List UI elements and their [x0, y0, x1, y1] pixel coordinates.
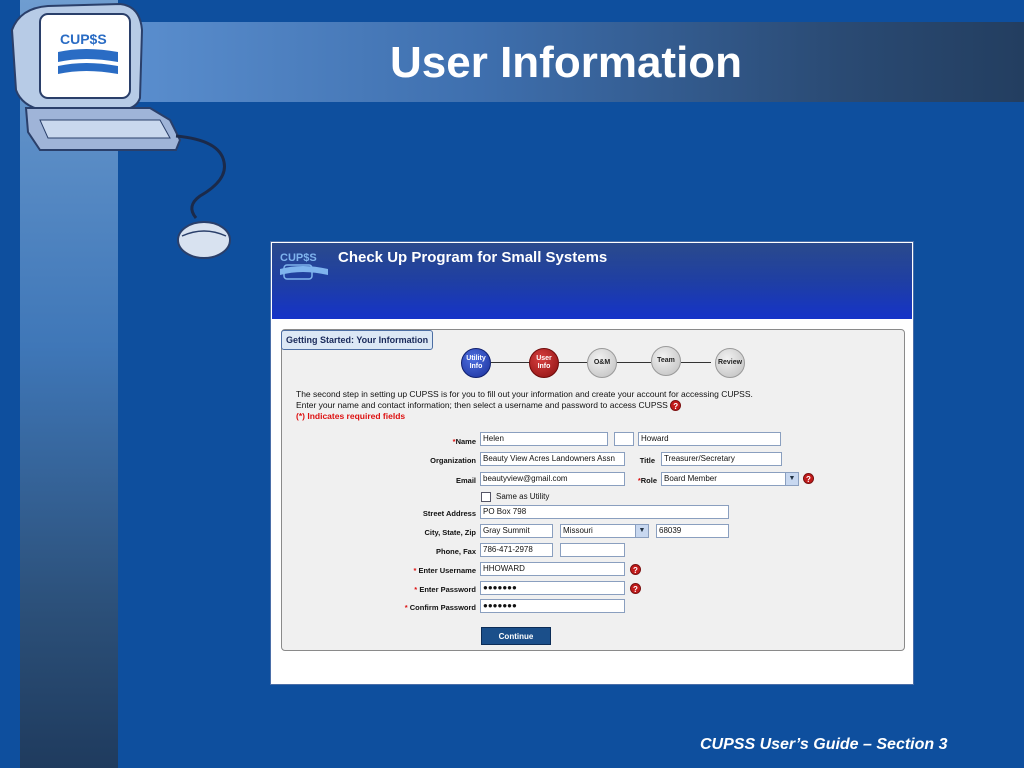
slide-footer: CUPSS User’s Guide – Section 3 — [700, 736, 948, 753]
tab-getting-started[interactable]: Getting Started: Your Information — [281, 330, 434, 350]
username-label: * Enter Username — [413, 566, 476, 575]
help-icon[interactable]: ? — [670, 400, 682, 412]
city-state-zip-label: City, State, Zip — [424, 528, 476, 537]
confirm-password-input[interactable]: ●●●●●●● — [480, 599, 625, 613]
first-name-input[interactable]: Helen — [480, 432, 608, 446]
phone-fax-label: Phone, Fax — [435, 547, 476, 556]
chevron-down-icon: ▼ — [785, 473, 798, 485]
phone-input[interactable]: 786-471-2978 — [480, 543, 553, 557]
street-address-input[interactable]: PO Box 798 — [480, 505, 729, 519]
app-window: CUP$S Check Up Program for Small Systems… — [270, 241, 914, 685]
required-note: (*) Indicates required fields — [296, 411, 406, 422]
city-input[interactable]: Gray Summit — [480, 524, 553, 538]
email-label: Email — [455, 476, 476, 485]
app-header: CUP$S Check Up Program for Small Systems — [272, 243, 912, 319]
zip-input[interactable]: 68039 — [656, 524, 729, 538]
role-help-icon[interactable]: ? — [803, 473, 814, 484]
intro-text: The second step in setting up CUPSS is f… — [296, 389, 816, 422]
username-input[interactable]: HHOWARD — [480, 562, 625, 576]
app-logo-text: CUP$S — [280, 252, 317, 264]
state-select[interactable]: Missouri ▼ — [560, 524, 649, 538]
street-address-label: Street Address — [422, 509, 476, 518]
progress-steps: Utility Info User Info O&M Team Review — [461, 346, 761, 378]
app-title: Check Up Program for Small Systems — [338, 249, 608, 266]
name-label: *Name — [452, 437, 476, 446]
same-as-utility-checkbox[interactable] — [481, 492, 491, 502]
role-select[interactable]: Board Member ▼ — [661, 472, 799, 486]
organization-input[interactable]: Beauty View Acres Landowners Assn — [480, 452, 625, 466]
intro-line-2: Enter your name and contact information;… — [296, 400, 816, 412]
email-input[interactable]: beautyview@gmail.com — [480, 472, 625, 486]
step-team[interactable]: Team — [651, 346, 681, 376]
step-utility-info[interactable]: Utility Info — [461, 348, 491, 378]
last-name-input[interactable]: Howard — [638, 432, 781, 446]
step-om[interactable]: O&M — [587, 348, 617, 378]
password-label: * Enter Password — [414, 585, 476, 594]
password-input[interactable]: ●●●●●●● — [480, 581, 625, 595]
confirm-password-label: * Confirm Password — [404, 603, 476, 612]
step-review[interactable]: Review — [715, 348, 745, 378]
step-connector — [617, 362, 651, 363]
username-help-icon[interactable]: ? — [630, 564, 641, 575]
step-connector — [491, 362, 531, 363]
fax-input[interactable] — [560, 543, 625, 557]
middle-initial-input[interactable] — [614, 432, 634, 446]
logo-text: CUP$S — [60, 31, 107, 47]
password-help-icon[interactable]: ? — [630, 583, 641, 594]
same-as-utility-label: Same as Utility — [496, 492, 550, 501]
role-label: *Role — [637, 476, 657, 485]
slide-title: User Information — [390, 38, 743, 87]
intro-line-1: The second step in setting up CUPSS is f… — [296, 389, 753, 399]
title-label: Title — [639, 456, 655, 465]
step-user-info[interactable]: User Info — [529, 348, 559, 378]
step-connector — [559, 362, 587, 363]
computer-illustration: CUP$S — [10, 2, 231, 259]
step-connector — [681, 362, 711, 363]
chevron-down-icon: ▼ — [635, 525, 648, 537]
cupss-logo-icon: CUP$S — [280, 252, 328, 280]
title-input[interactable]: Treasurer/Secretary — [661, 452, 782, 466]
organization-label: Organization — [430, 456, 476, 465]
continue-button[interactable]: Continue — [481, 627, 551, 645]
